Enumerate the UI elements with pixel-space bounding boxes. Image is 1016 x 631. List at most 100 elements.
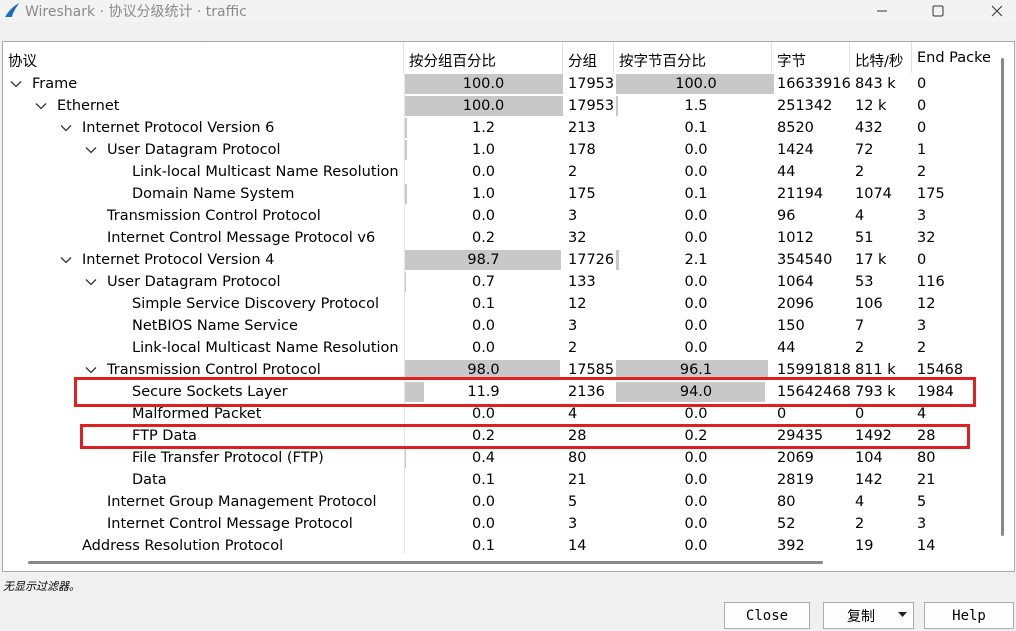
end-packets-cell: 21 — [917, 472, 936, 488]
vertical-scrollbar[interactable] — [997, 44, 1007, 560]
bytes-cell: 52 — [777, 516, 796, 532]
tree-row[interactable]: Transmission Control Protocol 0.0 3 0.0 96 4 3 — [3, 205, 1003, 227]
byte-percent-cell: 0.0 — [684, 208, 708, 224]
tree-row[interactable]: Link-local Multicast Name Resolution 0.0 2… — [3, 161, 1003, 183]
end-packets-cell: 0 — [917, 98, 927, 114]
minimize-button[interactable] — [862, 0, 902, 22]
protocol-name: Frame — [32, 76, 78, 92]
byte-percent-cell: 0.0 — [684, 538, 708, 554]
highlight-box-ssl — [74, 377, 976, 407]
tree-row[interactable]: Frame 100.0 17953 100.0 16633916 843 k 0 — [3, 73, 1003, 95]
tree-row[interactable]: Link-local Multicast Name Resolution 0.0 2… — [3, 337, 1003, 359]
protocol-cell: Data — [3, 469, 404, 491]
tree-row[interactable]: Internet Protocol Version 4 98.7 17726 2.1 3… — [3, 249, 1003, 271]
packets-cell: 3 — [568, 318, 578, 334]
protocol-cell: Ethernet — [3, 95, 404, 117]
tree-row[interactable]: User Datagram Protocol 0.7 133 0.0 1064 53 116 — [3, 271, 1003, 293]
byte-percent-cell: 0.1 — [684, 186, 708, 202]
column-header-protocol[interactable]: 协议 — [3, 42, 404, 73]
expand-chevron-icon[interactable] — [10, 80, 22, 88]
end-packets-cell: 3 — [917, 208, 927, 224]
byte-percent-cell: 0.0 — [684, 494, 708, 510]
bits-per-second-cell: 432 — [855, 120, 883, 136]
protocol-hierarchy-tree[interactable]: 协议 按分组百分比 分组 按字节百分比 字节 比特/秒 End Packe Fr… — [2, 41, 1015, 572]
tree-row[interactable]: Internet Control Message Protocol 0.0 3 0.0… — [3, 513, 1003, 535]
bits-per-second-cell: 4 — [855, 494, 865, 510]
column-header-bits-per-second[interactable]: 比特/秒 — [850, 42, 912, 73]
horizontal-scrollbar[interactable] — [3, 557, 997, 569]
bytes-cell: 251342 — [777, 98, 833, 114]
close-button[interactable]: Close — [724, 602, 810, 629]
protocol-cell: Internet Protocol Version 6 — [3, 117, 404, 139]
bytes-cell: 16633916 — [777, 76, 850, 92]
end-packets-cell: 2 — [917, 340, 927, 356]
protocol-cell: Internet Control Message Protocol — [3, 513, 404, 535]
help-button[interactable]: Help — [924, 602, 1014, 629]
column-header-packet-percent[interactable]: 按分组百分比 — [404, 42, 563, 73]
bytes-cell: 80 — [777, 494, 796, 510]
column-header-end-packets[interactable]: End Packe — [912, 42, 998, 73]
column-header-byte-percent[interactable]: 按字节百分比 — [614, 42, 772, 73]
byte-percent-cell: 2.1 — [684, 252, 708, 268]
expand-chevron-icon[interactable] — [85, 366, 97, 374]
tree-row[interactable]: Domain Name System 1.0 175 0.1 21194 1074 175 — [3, 183, 1003, 205]
packets-cell: 2 — [568, 340, 578, 356]
end-packets-cell: 2 — [917, 164, 927, 180]
expand-chevron-icon[interactable] — [85, 278, 97, 286]
byte-percent-cell: 0.0 — [684, 516, 708, 532]
expand-chevron-icon[interactable] — [85, 146, 97, 154]
maximize-button[interactable] — [918, 0, 958, 22]
bytes-cell: 1064 — [777, 274, 814, 290]
expand-chevron-icon[interactable] — [60, 124, 72, 132]
end-packets-cell: 116 — [917, 274, 945, 290]
bytes-cell: 1424 — [777, 142, 814, 158]
tree-row[interactable]: NetBIOS Name Service 0.0 3 0.0 150 7 3 — [3, 315, 1003, 337]
byte-percent-cell: 0.0 — [684, 318, 708, 334]
tree-row[interactable]: Internet Protocol Version 6 1.2 213 0.1 8520… — [3, 117, 1003, 139]
horizontal-scroll-thumb[interactable] — [28, 561, 823, 564]
packet-percent-cell: 0.0 — [471, 340, 496, 356]
maximize-icon — [932, 5, 944, 17]
packets-cell: 17726 — [568, 252, 614, 268]
tree-row[interactable]: Internet Group Management Protocol 0.0 5 0.… — [3, 491, 1003, 513]
byte-percent-cell: 0.0 — [684, 142, 708, 158]
title-bar: Wireshark · 协议分级统计 · traffic — [0, 0, 1016, 22]
protocol-cell: Link-local Multicast Name Resolution — [3, 337, 404, 359]
protocol-cell: Internet Group Management Protocol — [3, 491, 404, 513]
protocol-cell: File Transfer Protocol (FTP) — [3, 447, 404, 469]
protocol-cell: User Datagram Protocol — [3, 271, 404, 293]
end-packets-cell: 0 — [917, 252, 927, 268]
column-header-packets[interactable]: 分组 — [563, 42, 614, 73]
close-window-button[interactable] — [977, 0, 1016, 22]
end-packets-cell: 3 — [917, 516, 927, 532]
end-packets-cell: 0 — [917, 120, 927, 136]
expand-chevron-icon[interactable] — [35, 102, 47, 110]
column-header-bytes[interactable]: 字节 — [772, 42, 850, 73]
bytes-cell: 8520 — [777, 120, 814, 136]
protocol-name: Internet Group Management Protocol — [107, 494, 377, 510]
byte-percent-cell: 0.0 — [684, 296, 708, 312]
tree-row[interactable]: Simple Service Discovery Protocol 0.1 12 0.… — [3, 293, 1003, 315]
bytes-cell: 354540 — [777, 252, 833, 268]
vertical-scroll-thumb[interactable] — [1001, 58, 1004, 536]
protocol-cell: User Datagram Protocol — [3, 139, 404, 161]
protocol-cell: NetBIOS Name Service — [3, 315, 404, 337]
expand-chevron-icon[interactable] — [60, 256, 72, 264]
copy-button[interactable]: 复制 — [823, 602, 914, 629]
tree-row[interactable]: Data 0.1 21 0.0 2819 142 21 — [3, 469, 1003, 491]
tree-row[interactable]: Internet Control Message Protocol v6 0.2 3… — [3, 227, 1003, 249]
protocol-name: Ethernet — [57, 98, 120, 114]
bytes-cell: 44 — [777, 164, 796, 180]
tree-row[interactable]: File Transfer Protocol (FTP) 0.4 80 0.0 2069… — [3, 447, 1003, 469]
bits-per-second-cell: 2 — [855, 516, 865, 532]
protocol-cell: Frame — [3, 73, 404, 95]
end-packets-cell: 80 — [917, 450, 936, 466]
packet-percent-cell: 100.0 — [462, 98, 505, 114]
packet-percent-cell: 0.7 — [471, 274, 496, 290]
bytes-cell: 2096 — [777, 296, 814, 312]
protocol-name: Domain Name System — [132, 186, 295, 202]
packet-percent-cell: 1.0 — [471, 186, 496, 202]
tree-row[interactable]: Address Resolution Protocol 0.1 14 0.0 392 19… — [3, 535, 1003, 557]
tree-row[interactable]: Ethernet 100.0 17953 1.5 251342 12 k 0 — [3, 95, 1003, 117]
tree-row[interactable]: User Datagram Protocol 1.0 178 0.0 1424 72 1 — [3, 139, 1003, 161]
